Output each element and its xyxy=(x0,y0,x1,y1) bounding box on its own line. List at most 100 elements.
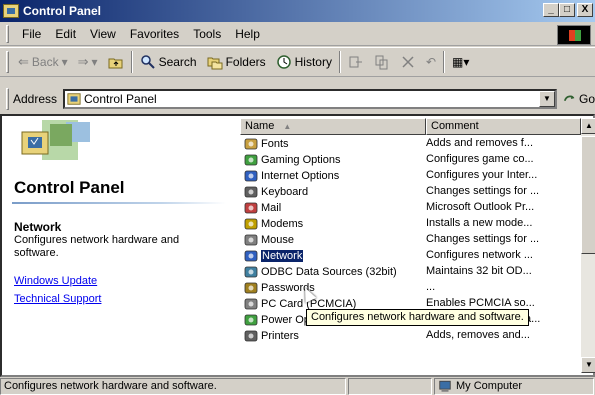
title-bar: Control Panel _ □ X xyxy=(0,0,595,22)
undo-button[interactable]: ↶ xyxy=(421,50,441,74)
item-name-cell: Keyboard xyxy=(244,184,308,200)
minimize-button[interactable]: _ xyxy=(543,3,559,17)
item-name: ODBC Data Sources (32bit) xyxy=(261,266,397,278)
fonts-icon xyxy=(244,138,258,150)
gaming-icon xyxy=(244,154,258,166)
item-comment: Configures game co... xyxy=(426,153,534,165)
copy-to-button[interactable] xyxy=(369,50,395,74)
network-icon xyxy=(244,250,258,262)
internet-icon xyxy=(244,170,258,182)
item-name-cell: ODBC Data Sources (32bit) xyxy=(244,264,397,280)
menu-favorites[interactable]: Favorites xyxy=(123,27,186,41)
list-item[interactable]: Keyboard Changes settings for ... xyxy=(240,184,580,200)
views-icon: ▦▾ xyxy=(452,55,470,69)
go-arrow-icon xyxy=(563,95,575,102)
toolbar-separator xyxy=(338,51,341,73)
views-button[interactable]: ▦▾ xyxy=(447,50,474,74)
status-zone: My Computer xyxy=(434,377,594,395)
item-name: Mouse xyxy=(261,234,295,246)
list-item[interactable]: Passwords... xyxy=(240,280,580,296)
power-icon xyxy=(244,314,258,326)
item-comment: Changes settings for ... xyxy=(426,233,540,245)
control-panel-icon xyxy=(3,4,19,18)
keyboard-icon xyxy=(244,186,258,198)
selected-item-name: Network xyxy=(14,220,62,234)
my-computer-icon xyxy=(439,380,451,392)
item-comment: Configures your Inter... xyxy=(426,169,538,181)
windows-update-link[interactable]: Windows Update xyxy=(14,275,97,287)
control-panel-small-icon xyxy=(67,93,81,105)
list-item[interactable]: Fonts Adds and removes f... xyxy=(240,136,580,152)
move-to-button[interactable] xyxy=(343,50,369,74)
close-button[interactable]: X xyxy=(577,3,593,17)
name-column-header[interactable]: Name ▲ xyxy=(240,118,426,135)
search-icon xyxy=(140,55,155,69)
technical-support-link[interactable]: Technical Support xyxy=(14,293,101,305)
go-button[interactable]: Go xyxy=(563,92,595,106)
back-button[interactable]: ⇐ Back ▾ xyxy=(13,50,73,74)
item-name: Network xyxy=(261,250,304,262)
history-icon xyxy=(276,55,291,69)
list-item[interactable]: Gaming Options Configures game co... xyxy=(240,152,580,168)
list-item[interactable]: Mouse Changes settings for ... xyxy=(240,232,580,248)
name-header-label: Name xyxy=(245,120,275,132)
delete-button[interactable] xyxy=(395,50,421,74)
menu-grip[interactable] xyxy=(6,24,9,43)
address-grip[interactable] xyxy=(6,88,9,110)
modem-icon xyxy=(244,218,258,230)
item-name-cell: Network xyxy=(244,248,304,264)
item-name-cell: Modems xyxy=(244,216,303,232)
list-item[interactable]: Mail Microsoft Outlook Pr... xyxy=(240,200,580,216)
comment-column-header[interactable]: Comment xyxy=(426,118,581,135)
menu-help[interactable]: Help xyxy=(228,27,267,41)
item-name-cell: Internet Options xyxy=(244,168,339,184)
list-item[interactable]: Printers Adds, removes and... xyxy=(240,328,580,344)
window-title: Control Panel xyxy=(23,4,102,18)
vertical-scrollbar[interactable]: ▲ ▼ xyxy=(581,118,595,373)
menu-file[interactable]: File xyxy=(15,27,48,41)
item-comment: Changes settings for ... xyxy=(426,185,540,197)
folders-button[interactable]: Folders xyxy=(202,50,271,74)
item-comment: Configures network ... xyxy=(426,249,533,261)
status-bar: Configures network hardware and software… xyxy=(0,377,595,395)
item-name-cell: Printers xyxy=(244,328,299,344)
item-comment: Installs a new mode... xyxy=(426,217,533,229)
list-item[interactable]: Network Configures network ... xyxy=(240,248,580,264)
scroll-thumb[interactable] xyxy=(581,136,595,254)
back-arrow-icon: ⇐ xyxy=(18,54,29,69)
printer-icon xyxy=(244,330,258,342)
item-name-cell: Mouse xyxy=(244,232,294,248)
item-name: Keyboard xyxy=(261,186,309,198)
control-panel-banner xyxy=(21,120,90,160)
menu-edit[interactable]: Edit xyxy=(48,27,83,41)
selected-item-description: Configures network hardware and software… xyxy=(14,234,180,259)
up-folder-button[interactable] xyxy=(103,50,129,74)
address-input[interactable]: Control Panel ▼ xyxy=(63,89,557,109)
forward-dropdown-icon[interactable]: ▾ xyxy=(92,55,98,69)
item-name: Gaming Options xyxy=(261,154,341,166)
go-label: Go xyxy=(578,92,595,106)
sort-ascending-icon: ▲ xyxy=(283,122,292,131)
item-comment: Adds, removes and... xyxy=(426,329,530,341)
list-item[interactable]: Internet Options Configures your Inter... xyxy=(240,168,580,184)
item-name: Printers xyxy=(261,330,299,342)
history-button[interactable]: History xyxy=(271,50,337,74)
address-bar: Address Control Panel ▼ Go xyxy=(0,85,595,113)
list-item[interactable]: Modems Installs a new mode... xyxy=(240,216,580,232)
address-dropdown-icon[interactable]: ▼ xyxy=(538,91,555,107)
mouse-icon xyxy=(244,234,258,246)
back-dropdown-icon[interactable]: ▾ xyxy=(62,55,68,69)
back-label: Back xyxy=(31,55,59,69)
maximize-button[interactable]: □ xyxy=(559,3,575,17)
toolbar-grip[interactable] xyxy=(6,51,9,73)
list-item[interactable]: ODBC Data Sources (32bit) Maintains 32 bi… xyxy=(240,264,580,280)
scroll-up-arrow-icon[interactable]: ▲ xyxy=(581,118,595,134)
menu-tools[interactable]: Tools xyxy=(186,27,228,41)
search-button[interactable]: Search xyxy=(135,50,202,74)
status-text: Configures network hardware and software… xyxy=(0,377,346,395)
scroll-down-arrow-icon[interactable]: ▼ xyxy=(581,357,595,373)
item-comment: Adds and removes f... xyxy=(426,137,533,149)
menu-view[interactable]: View xyxy=(83,27,123,41)
folders-label: Folders xyxy=(225,55,266,69)
forward-button[interactable]: ⇒ ▾ xyxy=(73,50,103,74)
